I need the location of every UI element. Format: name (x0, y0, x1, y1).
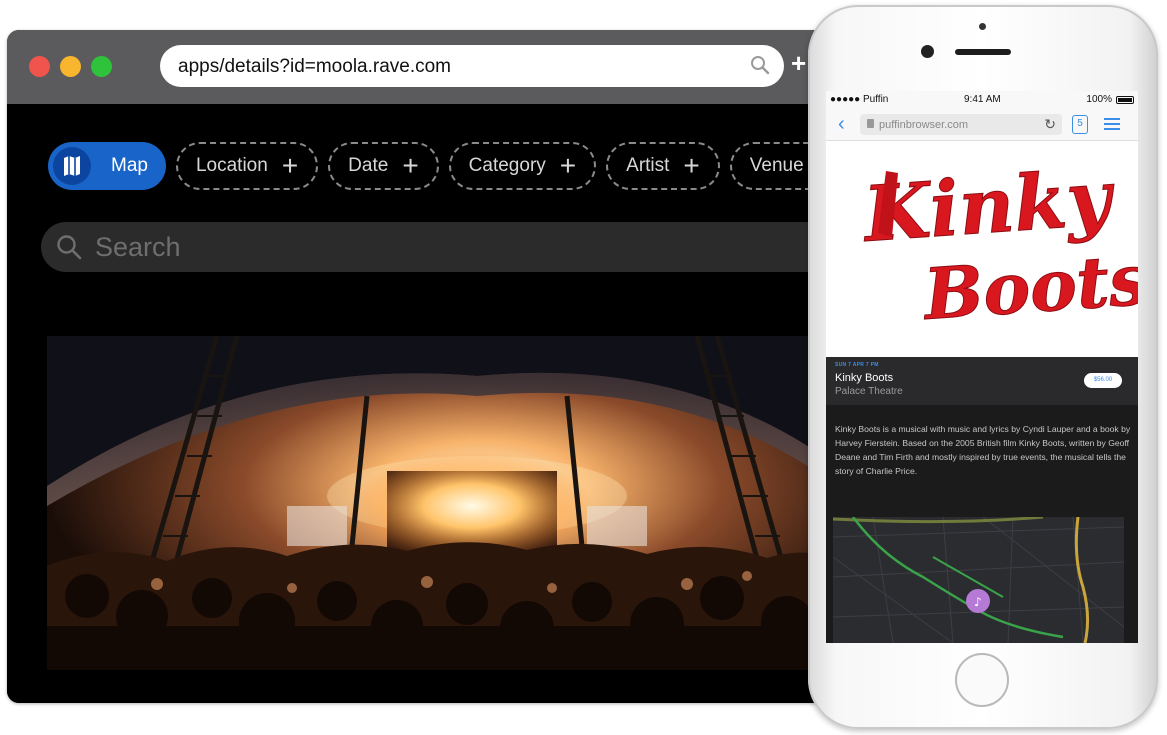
maximize-window-button[interactable] (91, 56, 112, 77)
kinky-boots-logo: Kinky Boots (859, 152, 1138, 337)
plus-icon: + (402, 150, 419, 181)
search-icon[interactable] (750, 55, 770, 80)
front-camera (921, 45, 934, 58)
address-bar[interactable]: apps/details?id=moola.rave.com (160, 45, 784, 87)
carrier-signal: ●●●●● Puffin (830, 94, 889, 105)
status-time: 9:41 AM (964, 94, 1001, 105)
phone-url-host: puffinbrowser.com (879, 119, 969, 131)
svg-text:♪: ♪ (974, 595, 982, 609)
earpiece-speaker (955, 49, 1011, 55)
event-venue: Palace Theatre (835, 386, 903, 397)
plus-icon: + (559, 150, 577, 181)
browser-window: apps/details?id=moola.rave.com + Map Loc… (7, 30, 837, 703)
event-info-bar: SUN 7 APR 7 PM Kinky Boots Palace Theatr… (826, 357, 1138, 405)
filter-artist-button[interactable]: Artist + (606, 142, 720, 190)
iphone-device: ●●●●● Puffin 9:41 AM 100% ‹ puffinbrowse… (808, 5, 1158, 729)
new-tab-button[interactable]: + (791, 48, 806, 79)
tabs-button[interactable]: 5 (1072, 115, 1088, 134)
address-url[interactable]: apps/details?id=moola.rave.com (178, 56, 451, 78)
filter-date-label: Date (348, 155, 389, 176)
search-icon (56, 234, 82, 265)
event-date: SUN 7 APR 7 PM (835, 362, 879, 368)
filter-category-label: Category (468, 155, 546, 176)
filter-category-button[interactable]: Category + (448, 142, 597, 190)
lock-icon (867, 119, 874, 128)
event-title: Kinky Boots (835, 372, 894, 384)
filter-date-button[interactable]: Date + (328, 142, 439, 190)
plus-icon: + (281, 150, 299, 181)
home-button[interactable] (955, 653, 1009, 707)
filter-map-button[interactable]: Map (48, 142, 166, 190)
hero-concert-image[interactable] (47, 336, 837, 670)
show-poster: Kinky Boots (826, 141, 1138, 357)
plus-icon: + (683, 150, 700, 181)
close-window-button[interactable] (29, 56, 50, 77)
filter-location-button[interactable]: Location + (175, 142, 319, 190)
scene: apps/details?id=moola.rave.com + Map Loc… (0, 0, 1167, 735)
phone-screen: ●●●●● Puffin 9:41 AM 100% ‹ puffinbrowse… (826, 91, 1138, 643)
phone-address-bar: ‹ puffinbrowser.com ↻ 5 (826, 108, 1138, 141)
svg-text:Boots: Boots (919, 238, 1138, 337)
event-description: Kinky Boots is a musical with music and … (835, 424, 1131, 476)
menu-icon[interactable] (1104, 118, 1120, 133)
venue-map[interactable]: ♪ (833, 517, 1124, 643)
filter-map-label: Map (111, 155, 148, 176)
browser-titlebar: apps/details?id=moola.rave.com + (7, 30, 837, 104)
page-content: Map Location + Date + Category + Artist … (7, 104, 837, 703)
search-bar[interactable] (41, 222, 837, 272)
filter-location-label: Location (195, 155, 268, 176)
filter-venue-label: Venue (749, 155, 804, 176)
battery-icon (1116, 96, 1134, 104)
battery-percent: 100% (1086, 94, 1112, 105)
reload-icon[interactable]: ↻ (1044, 116, 1056, 133)
minimize-window-button[interactable] (60, 56, 81, 77)
event-price-button[interactable]: $56.00 (1084, 373, 1122, 388)
status-bar: ●●●●● Puffin 9:41 AM 100% (826, 91, 1138, 108)
phone-url-field[interactable]: puffinbrowser.com ↻ (860, 114, 1062, 135)
filter-bar: Map Location + Date + Category + Artist … (48, 142, 837, 190)
back-chevron-icon[interactable]: ‹ (838, 113, 845, 136)
map-icon (53, 147, 91, 185)
proximity-sensor (979, 23, 986, 30)
filter-artist-label: Artist (626, 155, 670, 176)
search-input[interactable] (95, 230, 695, 264)
